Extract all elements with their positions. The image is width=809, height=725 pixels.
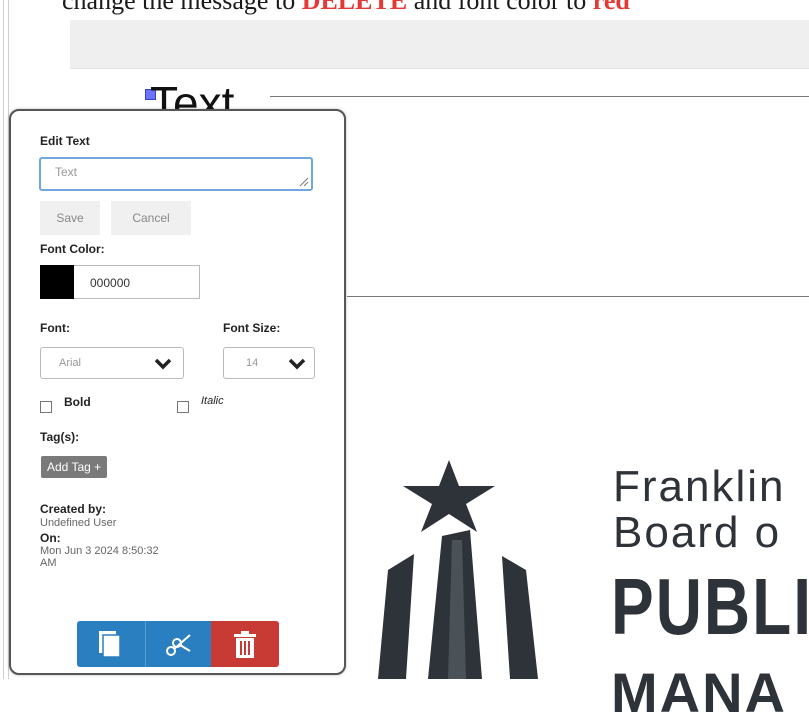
- font-color-hex-input[interactable]: 000000: [74, 265, 200, 299]
- brand-text-line3: PUBLI: [611, 561, 809, 652]
- font-select[interactable]: Arial: [40, 347, 184, 379]
- font-color-label: Font Color:: [40, 242, 105, 256]
- cancel-button[interactable]: Cancel: [111, 201, 191, 235]
- delete-button[interactable]: [211, 621, 279, 667]
- created-by-label: Created by:: [40, 502, 107, 516]
- toolbar-strip: [70, 20, 809, 69]
- panel-title: Edit Text: [40, 134, 90, 148]
- cut-button[interactable]: [145, 621, 212, 667]
- font-size-select-value: 14: [246, 357, 259, 369]
- italic-label: Italic: [201, 395, 224, 407]
- text-input-value: Text: [55, 165, 78, 179]
- gutter-divider: [3, 0, 4, 679]
- italic-checkbox[interactable]: [177, 401, 189, 413]
- font-select-value: Arial: [59, 357, 82, 369]
- save-button[interactable]: Save: [40, 201, 100, 235]
- bold-checkbox[interactable]: [40, 401, 52, 413]
- font-size-select[interactable]: 14: [223, 347, 315, 379]
- instruction-keyword: DELETE: [301, 0, 408, 15]
- created-on-label: On:: [40, 531, 61, 545]
- chevron-down-icon: [154, 358, 172, 370]
- created-on-value-cont: AM: [40, 557, 57, 569]
- brand-text-line1: Franklin: [613, 462, 786, 511]
- text-box-top-border: [270, 96, 809, 97]
- instruction-keyword-color: red: [592, 0, 630, 15]
- logo-star-icon: [403, 460, 495, 532]
- logo-pillar-graphic: [378, 530, 538, 679]
- copy-button[interactable]: [77, 621, 145, 667]
- resize-handle-icon[interactable]: [299, 177, 309, 187]
- chevron-down-icon: [288, 358, 306, 370]
- font-label: Font:: [40, 321, 70, 335]
- scissors-icon: [166, 634, 191, 656]
- copy-icon: [99, 631, 121, 658]
- bold-label: Bold: [64, 395, 91, 409]
- edit-text-panel: Edit Text Text Save Cancel Font Color: 0…: [9, 109, 346, 675]
- font-size-label: Font Size:: [223, 321, 281, 335]
- created-on-value: Mon Jun 3 2024 8:50:32: [40, 545, 159, 557]
- text-input[interactable]: Text: [39, 157, 313, 191]
- instruction-middle: and font color to: [407, 0, 593, 15]
- instruction-prefix: change the message to: [62, 0, 302, 15]
- text-box-bottom-border: [347, 296, 809, 297]
- brand-text-line4: MANA: [611, 661, 787, 724]
- created-by-value: Undefined User: [40, 517, 117, 529]
- action-bar: [77, 621, 279, 667]
- instruction-text: change the message to DELETE and font co…: [62, 0, 630, 16]
- add-tag-button[interactable]: Add Tag +: [41, 456, 108, 478]
- tags-label: Tag(s):: [40, 430, 80, 444]
- font-color-swatch[interactable]: [40, 265, 74, 299]
- trash-icon: [234, 631, 256, 658]
- brand-text-line2: Board o: [613, 508, 782, 557]
